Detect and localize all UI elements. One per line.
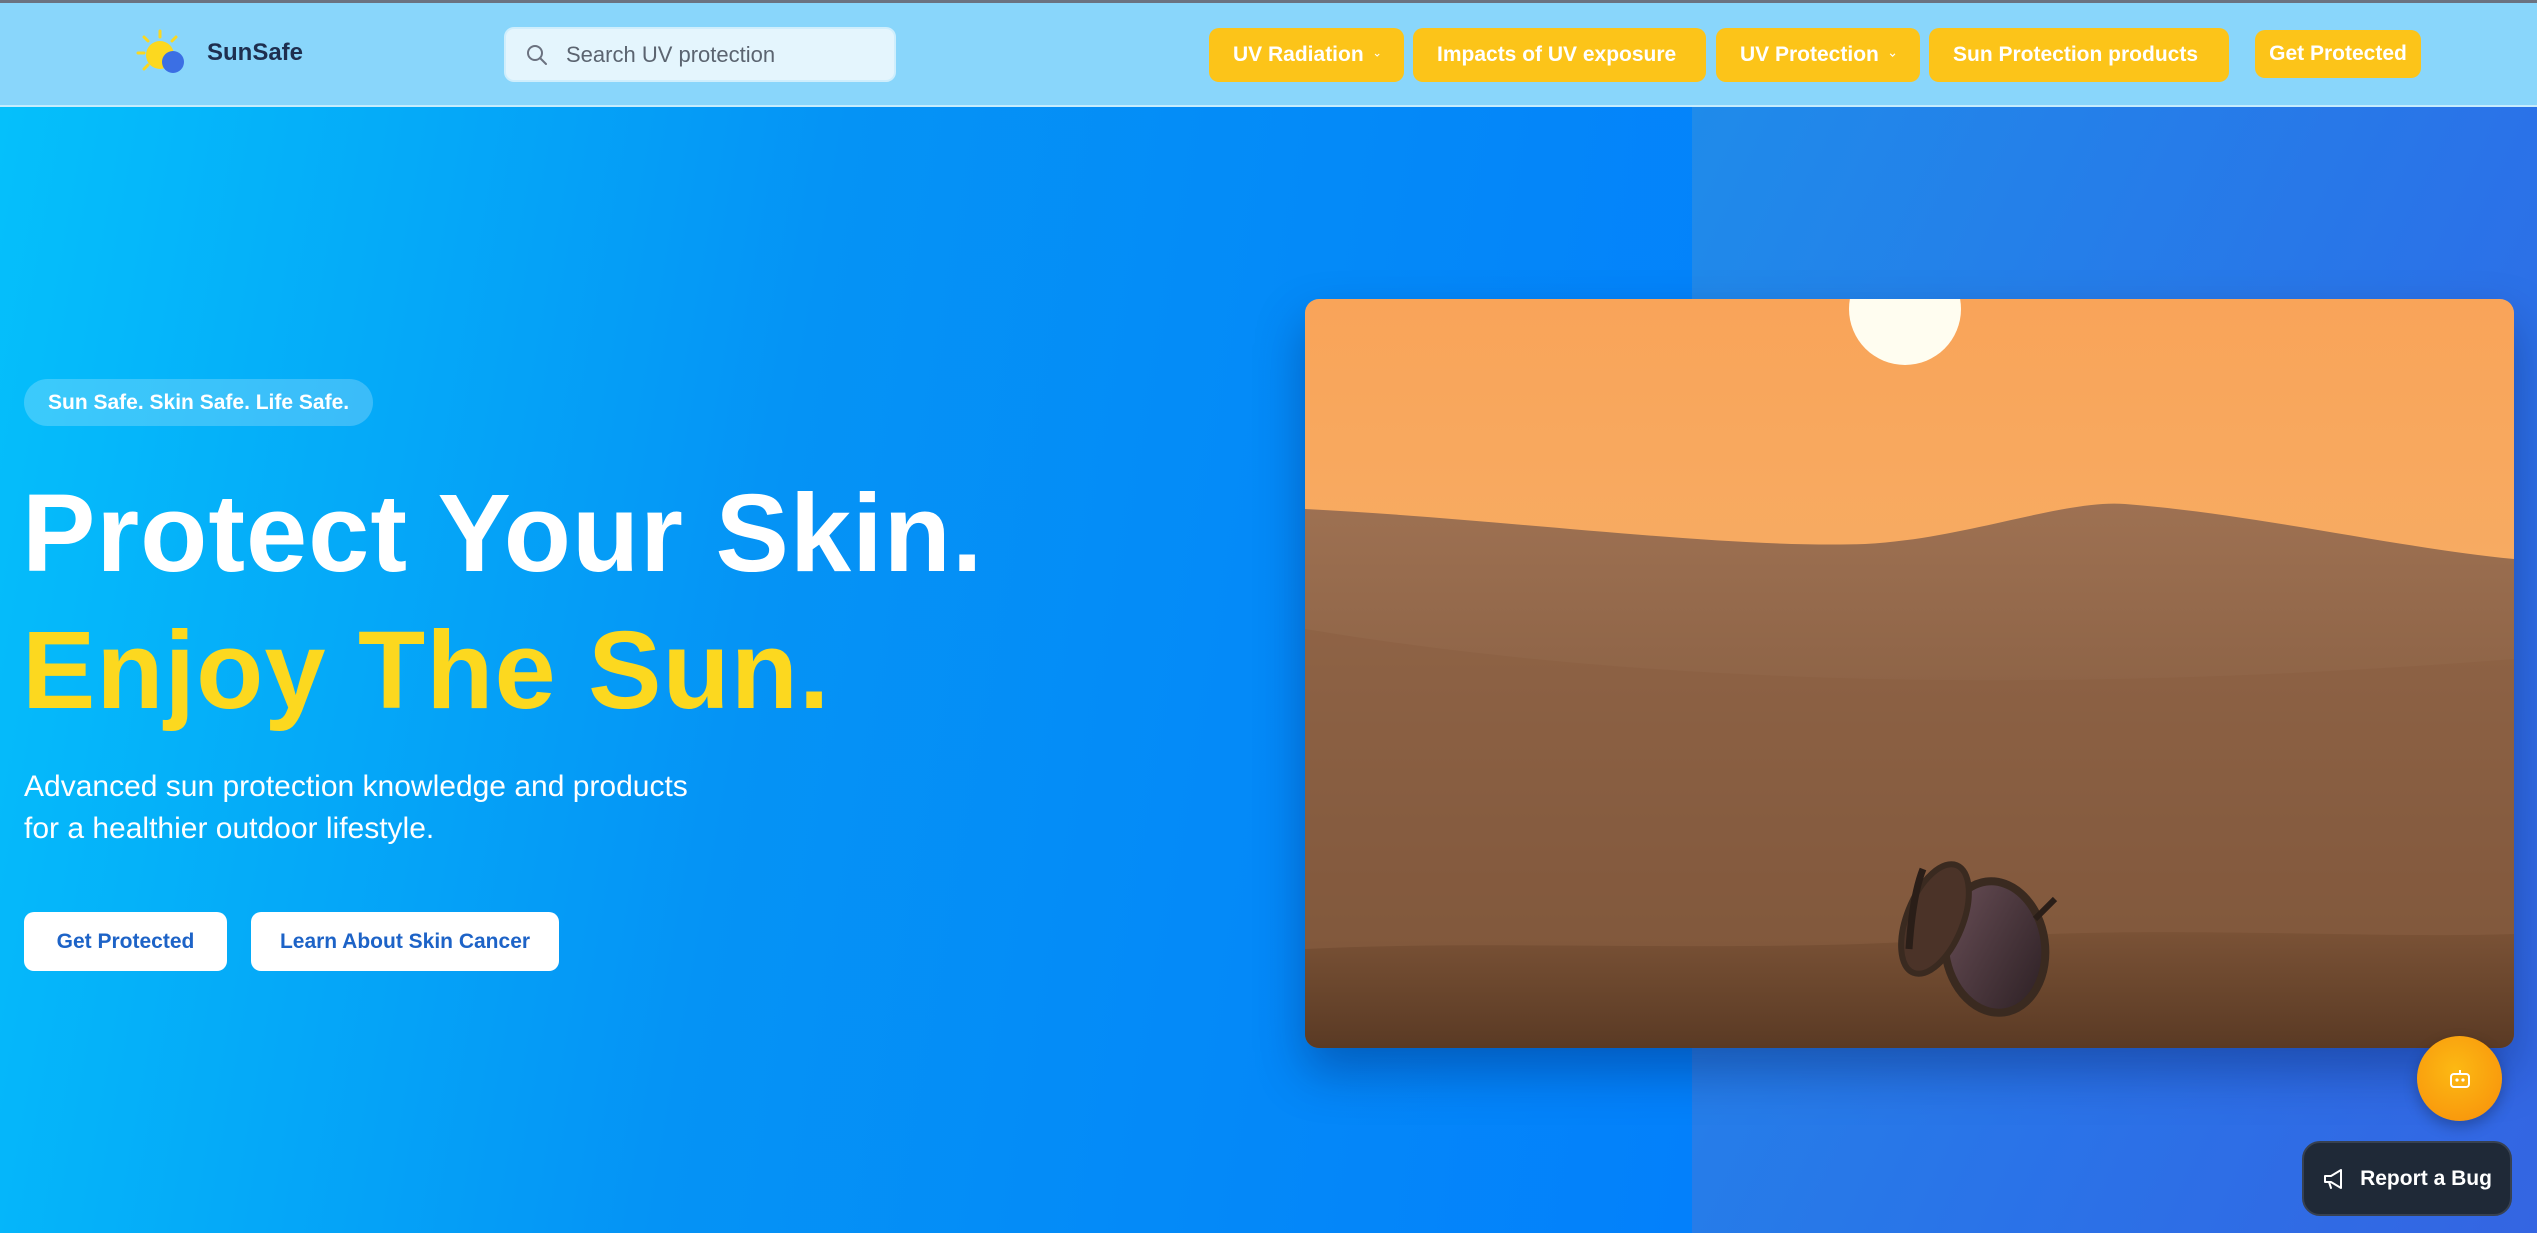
learn-skin-cancer-button[interactable]: Learn About Skin Cancer <box>251 912 559 971</box>
search-bar[interactable] <box>504 27 896 82</box>
hero-image-sunset-sunglasses <box>1305 299 2514 1048</box>
report-bug-button[interactable]: Report a Bug <box>2302 1141 2512 1216</box>
hero-headline-secondary: Enjoy The Sun. <box>22 609 831 732</box>
hero-tagline-badge: Sun Safe. Skin Safe. Life Safe. <box>24 379 374 426</box>
nav-uv-protection-label: UV Protection <box>1740 43 1879 66</box>
sun-cloud-logo[interactable] <box>132 29 202 81</box>
nav-impacts-uv-exposure-label: Impacts of UV exposure <box>1437 43 1677 66</box>
hero-description-line1: Advanced sun protection knowledge and pr… <box>24 770 688 803</box>
nav-uv-radiation[interactable]: UV Radiation <box>1209 28 1404 82</box>
chevron-down-icon <box>1374 53 1380 57</box>
report-bug-label: Report a Bug <box>2360 1166 2492 1190</box>
search-input[interactable] <box>566 41 886 68</box>
hero-description-line2: for a healthier outdoor lifestyle. <box>24 812 435 845</box>
hero-headline-primary: Protect Your Skin. <box>22 472 984 595</box>
nav-sun-protection-products-label: Sun Protection products <box>1953 43 2199 66</box>
hero-description: Advanced sun protection knowledge and pr… <box>24 766 744 850</box>
nav-uv-radiation-label: UV Radiation <box>1233 43 1364 66</box>
robot-icon <box>2449 1069 2470 1088</box>
chevron-down-icon <box>1889 53 1896 58</box>
search-icon <box>527 44 547 65</box>
nav-sun-protection-products[interactable]: Sun Protection products <box>1929 28 2229 82</box>
megaphone-icon <box>2324 1168 2343 1189</box>
header-get-protected-button[interactable]: Get Protected <box>2255 30 2421 78</box>
hero-get-protected-button[interactable]: Get Protected <box>24 912 227 971</box>
brand-name[interactable]: SunSafe <box>207 39 303 67</box>
assistant-chat-button[interactable] <box>2417 1036 2502 1121</box>
nav-uv-protection[interactable]: UV Protection <box>1716 28 1920 82</box>
nav-impacts-uv-exposure[interactable]: Impacts of UV exposure <box>1413 28 1706 82</box>
site-header: SunSafe UV Radiation Impacts of UV expos… <box>0 3 2537 107</box>
